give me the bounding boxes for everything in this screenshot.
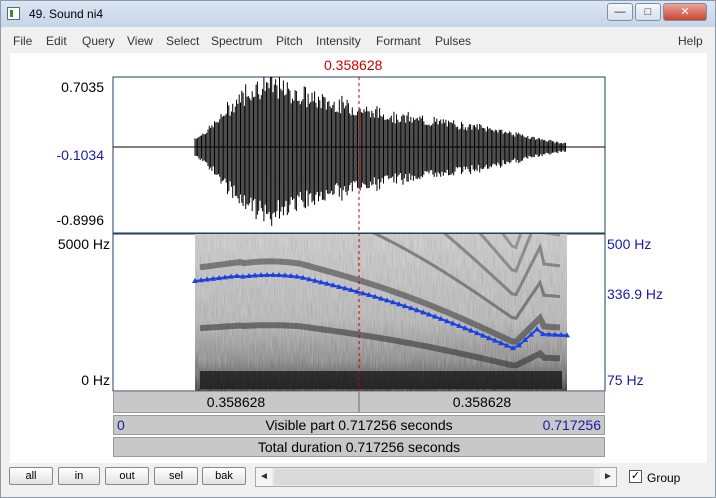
group-checkbox[interactable]: ✓ <box>629 470 642 483</box>
menu-bar: File Edit Query View Select Spectrum Pit… <box>7 31 709 51</box>
menu-file[interactable]: File <box>13 34 32 48</box>
visible-part-bar[interactable]: 0 Visible part 0.717256 seconds 0.717256 <box>113 415 605 435</box>
menu-pitch[interactable]: Pitch <box>276 34 303 48</box>
zoom-selection-button[interactable]: sel <box>154 467 198 485</box>
scroll-right-arrow[interactable]: ► <box>600 468 616 486</box>
zoom-all-button[interactable]: all <box>9 467 53 485</box>
menu-pulses[interactable]: Pulses <box>435 34 471 48</box>
time-scrollbar[interactable]: ◄ ► <box>255 467 617 487</box>
scroll-left-arrow[interactable]: ◄ <box>256 468 272 486</box>
menu-edit[interactable]: Edit <box>46 34 67 48</box>
minimize-button[interactable]: — <box>607 3 633 21</box>
total-duration-label: Total duration 0.717256 seconds <box>257 439 461 455</box>
menu-help[interactable]: Help <box>678 34 703 48</box>
visible-part-label: Visible part 0.717256 seconds <box>265 417 453 433</box>
cursor-time-bar[interactable]: 0.358628 0.358628 <box>113 391 605 413</box>
editor-area: 0.358628 0.7035 -0.1034 -0.8996 5000 Hz … <box>10 53 707 463</box>
time-left-segment[interactable]: 0.358628 <box>113 391 359 413</box>
total-duration-bar[interactable]: Total duration 0.717256 seconds <box>113 437 605 457</box>
menu-select[interactable]: Select <box>166 34 199 48</box>
maximize-button[interactable]: □ <box>635 3 661 21</box>
zoom-back-button[interactable]: bak <box>202 467 246 485</box>
menu-spectrum[interactable]: Spectrum <box>211 34 262 48</box>
menu-intensity[interactable]: Intensity <box>316 34 361 48</box>
menu-formant[interactable]: Formant <box>376 34 421 48</box>
visible-end-label: 0.717256 <box>542 417 601 433</box>
close-button[interactable]: ✕ <box>663 3 707 21</box>
visible-start-label: 0 <box>117 417 125 433</box>
zoom-in-button[interactable]: in <box>58 467 100 485</box>
menu-query[interactable]: Query <box>82 34 115 48</box>
scroll-thumb[interactable] <box>274 469 594 485</box>
sound-editor-window: 49. Sound ni4 — □ ✕ File Edit Query View… <box>0 0 716 498</box>
spectrogram-low-band <box>200 371 562 389</box>
signal-display[interactable] <box>10 53 707 393</box>
title-bar[interactable]: 49. Sound ni4 — □ ✕ <box>1 1 715 27</box>
menu-view[interactable]: View <box>127 34 153 48</box>
group-label: Group <box>647 471 681 485</box>
bottom-toolbar: all in out sel bak ◄ ► ✓ Group <box>7 465 711 489</box>
zoom-out-button[interactable]: out <box>105 467 149 485</box>
app-icon <box>7 7 20 20</box>
time-right-segment[interactable]: 0.358628 <box>359 391 605 413</box>
window-title: 49. Sound ni4 <box>29 7 104 21</box>
